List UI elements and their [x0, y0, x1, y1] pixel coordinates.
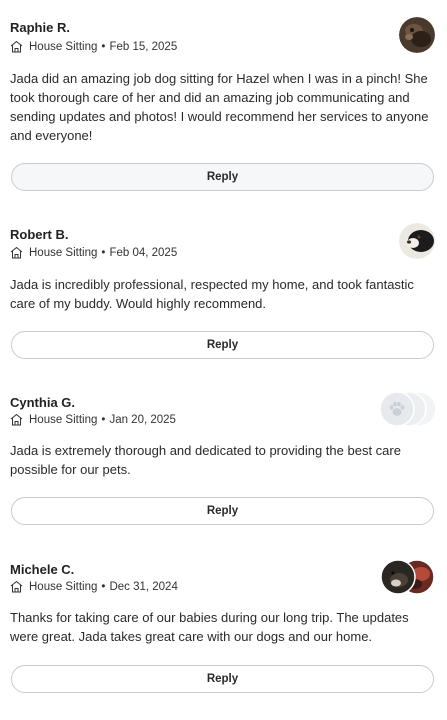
review-card: Cynthia G. House Sitting • Jan 20, 2025 … [0, 375, 447, 535]
reviewer-avatar-stack[interactable] [379, 558, 437, 596]
review-text: Jada did an amazing job dog sitting for … [10, 71, 429, 143]
service-name: House Sitting [29, 580, 98, 593]
review-date: Feb 04, 2025 [109, 246, 178, 259]
review-meta: House Sitting • Feb 15, 2025 [10, 40, 177, 53]
review-date: Jan 20, 2025 [109, 413, 176, 426]
review-card: Raphie R. House Sitting • Feb 15, 2025 J… [0, 0, 447, 200]
review-meta: House Sitting • Feb 04, 2025 [10, 246, 177, 259]
review-text: Thanks for taking care of our babies dur… [10, 610, 409, 644]
meta-separator: • [101, 580, 106, 593]
house-sitting-icon [10, 580, 23, 593]
review-meta: House Sitting • Dec 31, 2024 [10, 580, 178, 593]
review-card: Michele C. House Sitting • Dec 31, 2024 … [0, 542, 447, 720]
placeholder-avatar-stack[interactable] [379, 391, 437, 427]
reviewer-name: Robert B. [10, 227, 69, 242]
reply-button[interactable]: Reply [11, 497, 434, 525]
reviewer-name: Cynthia G. [10, 395, 76, 410]
meta-separator: • [101, 40, 106, 53]
service-name: House Sitting [29, 413, 98, 426]
meta-separator: • [101, 246, 106, 259]
paw-icon [387, 399, 407, 419]
reviewer-name: Raphie R. [10, 20, 70, 35]
service-name: House Sitting [29, 246, 98, 259]
house-sitting-icon [10, 40, 23, 53]
reply-button[interactable]: Reply [11, 163, 434, 191]
reviewer-avatar[interactable] [399, 17, 435, 53]
review-text: Jada is incredibly professional, respect… [10, 277, 414, 311]
service-name: House Sitting [29, 40, 98, 53]
reply-button[interactable]: Reply [11, 331, 434, 359]
reviewer-avatar[interactable] [399, 223, 435, 259]
reply-button[interactable]: Reply [11, 665, 434, 693]
house-sitting-icon [10, 246, 23, 259]
review-meta: House Sitting • Jan 20, 2025 [10, 413, 176, 426]
review-card: Robert B. House Sitting • Feb 04, 2025 J… [0, 207, 447, 367]
review-date: Dec 31, 2024 [109, 580, 178, 593]
review-date: Feb 15, 2025 [109, 40, 178, 53]
meta-separator: • [101, 413, 106, 426]
review-text: Jada is extremely thorough and dedicated… [10, 443, 401, 477]
reviewer-name: Michele C. [10, 562, 75, 577]
house-sitting-icon [10, 413, 23, 426]
